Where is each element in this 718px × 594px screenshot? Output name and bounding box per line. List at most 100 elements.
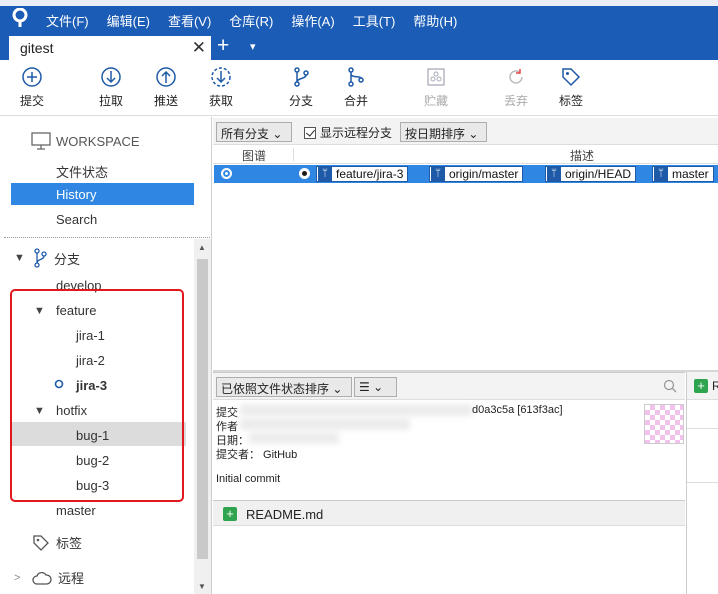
commit-label: 提交: [19, 94, 44, 108]
commit-details: 提交 d0a3c5a [613f3ac] 作者 日期： 提交者： GitHub …: [213, 400, 685, 500]
sourcetree-logo-icon: [12, 8, 28, 27]
ref-label[interactable]: ᛘ origin/HEAD: [545, 166, 637, 182]
checkbox-checked-icon: [304, 126, 316, 139]
merge-icon: [348, 67, 364, 87]
menu-actions[interactable]: 操作(A): [291, 11, 334, 30]
commit-row[interactable]: ᛘ feature/jira-3 ᛘ origin/master ᛘ origin/H…: [214, 165, 718, 183]
branches-section-header[interactable]: ▼ 分支: [14, 248, 80, 268]
ref-label[interactable]: ᛘ master: [652, 166, 714, 182]
remotes-section-header[interactable]: > 远程: [14, 568, 84, 587]
nav-history-label: History: [56, 187, 97, 202]
menu-list: 文件(F) 编辑(E) 查看(V) 仓库(R) 操作(A) 工具(T) 帮助(H…: [46, 11, 475, 30]
commit-hash[interactable]: d0a3c5a [613f3ac]: [472, 404, 563, 416]
new-tab-icon[interactable]: +: [217, 34, 229, 58]
sort-dropdown[interactable]: 按日期排序 ⌄: [400, 122, 487, 142]
workspace-header: WORKSPACE: [31, 132, 140, 150]
graph-column-header: 图谱 描述: [213, 145, 718, 164]
tab-gitest[interactable]: gitest ✕: [9, 36, 211, 60]
cloud-icon: [32, 571, 52, 585]
scroll-down-icon[interactable]: ▼: [198, 582, 206, 591]
nav-file-status[interactable]: 文件状态: [56, 162, 108, 181]
commit-icon: [22, 67, 42, 87]
ref-label[interactable]: ᛘ origin/master: [429, 166, 524, 182]
ref-label[interactable]: ᛘ feature/jira-3: [316, 166, 409, 182]
file-sort-dropdown[interactable]: 已依照文件状态排序 ⌄: [216, 377, 352, 397]
discard-icon: [509, 69, 523, 84]
branch-master[interactable]: master: [56, 503, 96, 518]
file-list-item[interactable]: + README.md: [213, 500, 685, 526]
column-graph[interactable]: 图谱: [242, 147, 266, 164]
fetch-button[interactable]: 获取: [196, 66, 246, 109]
sort-value: 按日期排序: [405, 127, 466, 141]
search-icon[interactable]: [663, 379, 677, 393]
added-file-icon: +: [223, 507, 237, 521]
list-icon: ☰: [359, 380, 370, 394]
push-label: 推送: [153, 94, 178, 108]
chevron-down-icon: ⌄: [373, 380, 384, 394]
menu-tools[interactable]: 工具(T): [353, 11, 396, 30]
discard-label: 丢弃: [503, 94, 528, 108]
menu-help[interactable]: 帮助(H): [413, 11, 457, 30]
tag-button[interactable]: 标签: [546, 66, 596, 109]
diff-header: + R: [687, 372, 718, 400]
show-remote-label: 显示远程分支: [320, 126, 393, 140]
monitor-icon: [31, 132, 51, 150]
pull-label: 拉取: [98, 94, 123, 108]
branch-icon: ᛘ: [547, 167, 561, 181]
diff-file-name-fragment: R: [712, 379, 718, 393]
pull-icon: [101, 67, 121, 87]
chevron-down-icon: ⌄: [332, 382, 343, 396]
merge-button[interactable]: 合并: [331, 66, 381, 109]
stash-button[interactable]: 贮藏: [411, 66, 461, 109]
menu-view[interactable]: 查看(V): [168, 11, 211, 30]
tab-menu-icon[interactable]: ▾: [250, 40, 256, 53]
graph-filter-bar: 所有分支 ⌄ 显示远程分支 按日期排序 ⌄: [213, 118, 718, 145]
file-name: README.md: [246, 507, 324, 522]
push-icon: [156, 67, 176, 87]
view-mode-dropdown[interactable]: ☰ ⌄: [354, 377, 397, 397]
branch-icon: [34, 248, 47, 268]
workspace-label: WORKSPACE: [56, 133, 140, 149]
close-icon[interactable]: ✕: [192, 38, 206, 58]
redacted-text: [240, 404, 472, 416]
menu-file[interactable]: 文件(F): [46, 11, 89, 30]
divider: [687, 482, 718, 483]
file-sort-value: 已依照文件状态排序: [221, 382, 330, 396]
chevron-down-icon: ⌄: [272, 127, 283, 141]
show-remote-checkbox[interactable]: 显示远程分支: [304, 124, 392, 141]
menu-edit[interactable]: 编辑(E): [107, 11, 150, 30]
ref-name: origin/master: [449, 167, 519, 181]
branch-button[interactable]: 分支: [276, 66, 326, 109]
push-button[interactable]: 推送: [141, 66, 191, 109]
tags-label: 标签: [56, 536, 83, 551]
chevron-right-icon: >: [14, 571, 21, 584]
diff-pane: + R: [686, 372, 718, 594]
working-copy-dot-icon: [221, 168, 232, 179]
tag-icon: [33, 534, 49, 551]
column-divider: [293, 148, 294, 161]
pull-button[interactable]: 拉取: [86, 66, 136, 109]
nav-search[interactable]: Search: [56, 212, 97, 227]
tab-title: gitest: [20, 40, 54, 56]
nav-history[interactable]: History: [11, 183, 194, 205]
redacted-text: [240, 418, 410, 430]
divider: [687, 428, 718, 429]
menu-repository[interactable]: 仓库(R): [229, 11, 273, 30]
column-description[interactable]: 描述: [570, 147, 594, 164]
commit-button[interactable]: 提交: [7, 66, 57, 109]
branch-icon: ᛘ: [654, 167, 668, 181]
discard-button[interactable]: 丢弃: [491, 66, 541, 109]
sidebar-scrollbar[interactable]: ▲ ▼: [194, 239, 211, 594]
scrollbar-thumb[interactable]: [197, 259, 208, 559]
commit-dot-icon: [299, 168, 310, 179]
tags-section-header[interactable]: 标签: [14, 533, 82, 552]
branch-filter-value: 所有分支: [221, 127, 270, 141]
tag-icon: [562, 68, 581, 87]
tab-bar: gitest ✕ + ▾: [0, 33, 718, 60]
added-file-icon: +: [694, 379, 708, 393]
ref-name: origin/HEAD: [565, 167, 632, 181]
scroll-up-icon[interactable]: ▲: [198, 243, 206, 252]
branch-label: 分支: [288, 94, 313, 108]
branch-filter-dropdown[interactable]: 所有分支 ⌄: [216, 122, 292, 142]
ref-name: feature/jira-3: [336, 167, 404, 181]
